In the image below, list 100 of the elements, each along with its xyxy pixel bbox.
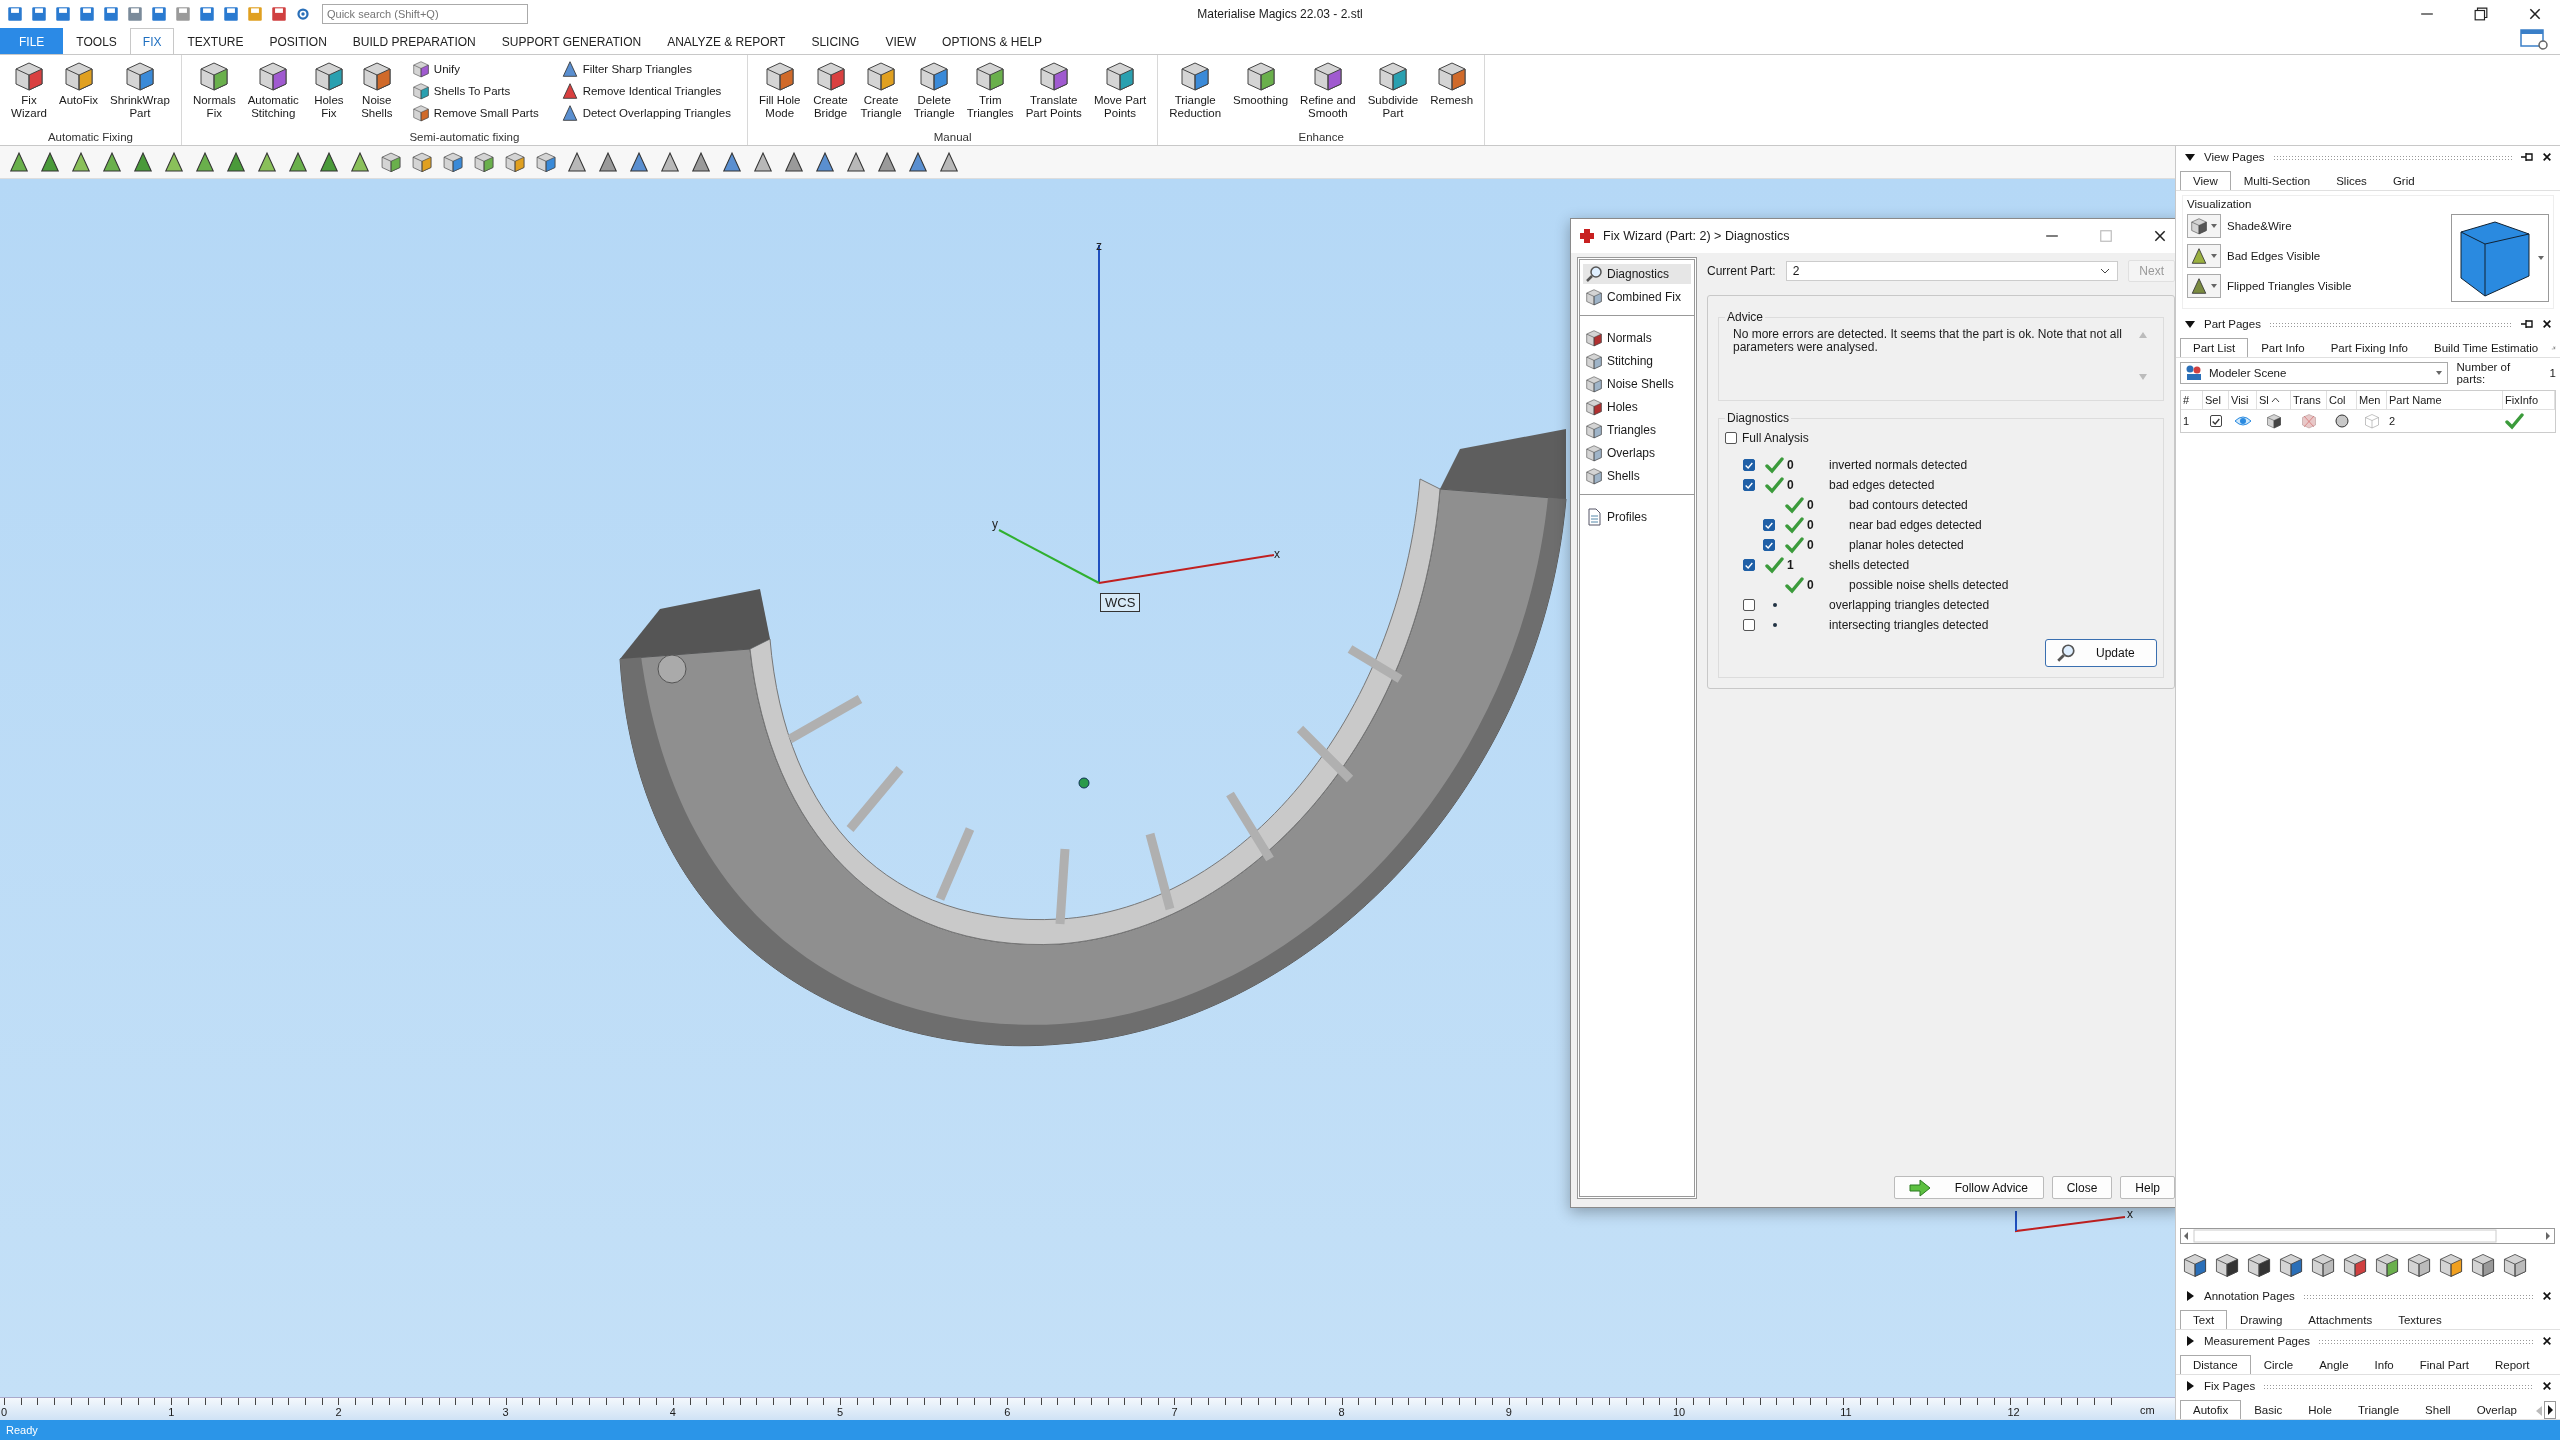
update-button[interactable]: Update <box>2045 639 2157 667</box>
column-header[interactable]: # <box>2181 391 2203 410</box>
ribbon-button[interactable]: Move Part Points <box>1088 58 1152 122</box>
close-icon[interactable] <box>2542 1381 2552 1391</box>
triangle-tool-icon[interactable] <box>163 151 185 173</box>
checkbox[interactable] <box>1763 539 1775 551</box>
checkbox[interactable] <box>1763 519 1775 531</box>
tab[interactable]: Autofix <box>2180 1400 2242 1419</box>
tab[interactable]: Circle <box>2250 1355 2307 1374</box>
ribbon-tab[interactable]: ANALYZE & REPORT <box>654 28 799 54</box>
caret-right-icon[interactable] <box>2184 1380 2196 1392</box>
column-header[interactable]: Men <box>2357 391 2387 410</box>
checkbox[interactable] <box>1725 432 1737 444</box>
nav-item[interactable]: Diagnostics <box>1583 264 1691 284</box>
ribbon-button[interactable]: Automatic Stitching <box>242 58 304 122</box>
checkbox[interactable] <box>1743 559 1755 571</box>
tab[interactable]: Part Info <box>2248 338 2318 357</box>
ribbon-button[interactable]: Triangle Reduction <box>1164 58 1227 122</box>
ribbon-button[interactable]: ShrinkWrap Part <box>105 58 175 122</box>
close-icon[interactable] <box>2542 1291 2552 1301</box>
toolbar-document-icon[interactable] <box>126 5 144 23</box>
tab[interactable]: Part List <box>2180 338 2249 357</box>
tab[interactable]: Triangle <box>2344 1400 2413 1419</box>
cube-tool-icon[interactable] <box>2310 1252 2336 1278</box>
eye-icon[interactable] <box>2234 415 2252 427</box>
tab[interactable]: Shell <box>2412 1400 2464 1419</box>
triangle-tool-icon[interactable] <box>194 151 216 173</box>
dropdown-button[interactable] <box>2187 214 2221 238</box>
column-header[interactable]: FixInfo <box>2503 391 2555 410</box>
search-field[interactable]: Quick search (Shift+Q) <box>322 4 528 24</box>
ribbon-tab[interactable]: FIX <box>129 28 175 54</box>
circle-icon[interactable] <box>2335 414 2349 428</box>
ribbon-button[interactable]: Filter Sharp Triangles <box>560 58 731 79</box>
triangle-tool-icon[interactable] <box>876 151 898 173</box>
caret-down-icon[interactable] <box>2184 151 2196 163</box>
ribbon-button[interactable]: Create Triangle <box>855 58 907 122</box>
tab[interactable]: Drawing <box>2227 1310 2296 1329</box>
ribbon-button[interactable]: Refine and Smooth <box>1295 58 1361 122</box>
triangle-tool-icon[interactable] <box>845 151 867 173</box>
triangle-tool-icon[interactable] <box>721 151 743 173</box>
column-header[interactable]: Sel <box>2203 391 2229 410</box>
nav-item[interactable]: Stitching <box>1583 351 1691 371</box>
checkbox[interactable] <box>1743 619 1755 631</box>
ribbon-button[interactable]: Fix Wizard <box>6 58 52 122</box>
triangle-tool-icon[interactable] <box>39 151 61 173</box>
triangle-tool-icon[interactable] <box>659 151 681 173</box>
file-menu-button[interactable]: FILE <box>0 28 64 54</box>
triangle-tool-icon[interactable] <box>256 151 278 173</box>
window-settings-icon[interactable] <box>2520 28 2550 50</box>
dialog-button[interactable]: Follow Advice <box>1893 1176 2044 1199</box>
ribbon-button[interactable]: Trim Triangles <box>961 58 1019 122</box>
view-cube-button[interactable] <box>2451 214 2549 302</box>
nav-item[interactable]: Overlaps <box>1583 443 1691 463</box>
ribbon-button[interactable]: Fill Hole Mode <box>753 58 806 122</box>
cube-tool-icon[interactable] <box>535 151 557 173</box>
ribbon-button[interactable]: Delete Triangle <box>908 58 960 122</box>
triangle-tool-icon[interactable] <box>597 151 619 173</box>
scene-dropdown[interactable]: Modeler Scene <box>2180 362 2449 384</box>
dialog-button[interactable]: Help <box>2120 1176 2175 1199</box>
restore-icon[interactable] <box>2474 7 2488 21</box>
cube-tool-icon[interactable] <box>2214 1252 2240 1278</box>
toolbar-document-icon[interactable] <box>270 5 288 23</box>
cube-tool-icon[interactable] <box>2438 1252 2464 1278</box>
triangle-tool-icon[interactable] <box>783 151 805 173</box>
close-icon[interactable] <box>2542 152 2552 162</box>
caret-down-icon[interactable] <box>2184 318 2196 330</box>
triangle-tool-icon[interactable] <box>8 151 30 173</box>
checkbox[interactable] <box>1743 459 1755 471</box>
triangle-tool-icon[interactable] <box>814 151 836 173</box>
ribbon-tab[interactable]: BUILD PREPARATION <box>339 28 489 54</box>
caret-right-icon[interactable] <box>2184 1335 2196 1347</box>
part-dropdown[interactable]: 2 <box>1785 261 2119 281</box>
pin-icon[interactable] <box>2520 318 2534 330</box>
tab[interactable]: Hole <box>2295 1400 2345 1419</box>
tab[interactable]: Info <box>2361 1355 2407 1374</box>
tab[interactable]: Grid <box>2379 171 2428 190</box>
tab[interactable]: Attachments <box>2295 1310 2386 1329</box>
cube-tool-icon[interactable] <box>442 151 464 173</box>
triangle-tool-icon[interactable] <box>628 151 650 173</box>
cube-tool-icon[interactable] <box>2470 1252 2496 1278</box>
toolbar-document-icon[interactable] <box>198 5 216 23</box>
ribbon-button[interactable]: Noise Shells <box>353 58 400 122</box>
triangle-tool-icon[interactable] <box>566 151 588 173</box>
triangle-tool-icon[interactable] <box>349 151 371 173</box>
pin-icon[interactable] <box>2520 151 2534 163</box>
ribbon-tab[interactable]: SUPPORT GENERATION <box>488 28 655 54</box>
ribbon-button[interactable]: Subdivide Part <box>1362 58 1424 122</box>
ribbon-button[interactable]: Holes Fix <box>305 58 352 122</box>
tab[interactable]: Textures <box>2385 1310 2455 1329</box>
tab[interactable]: Build Time Estimatio <box>2421 338 2552 357</box>
ribbon-button[interactable]: Normals Fix <box>187 58 241 122</box>
ribbon-button[interactable]: Shells To Parts <box>411 80 539 101</box>
tab[interactable]: Final Part <box>2406 1355 2482 1374</box>
triangle-tool-icon[interactable] <box>752 151 774 173</box>
dropdown-button[interactable] <box>2187 274 2221 298</box>
toolbar-document-icon[interactable] <box>30 5 48 23</box>
triangle-tool-icon[interactable] <box>70 151 92 173</box>
gear-icon[interactable] <box>294 5 312 23</box>
caret-right-icon[interactable] <box>2184 1290 2196 1302</box>
checkbox[interactable] <box>1743 599 1755 611</box>
